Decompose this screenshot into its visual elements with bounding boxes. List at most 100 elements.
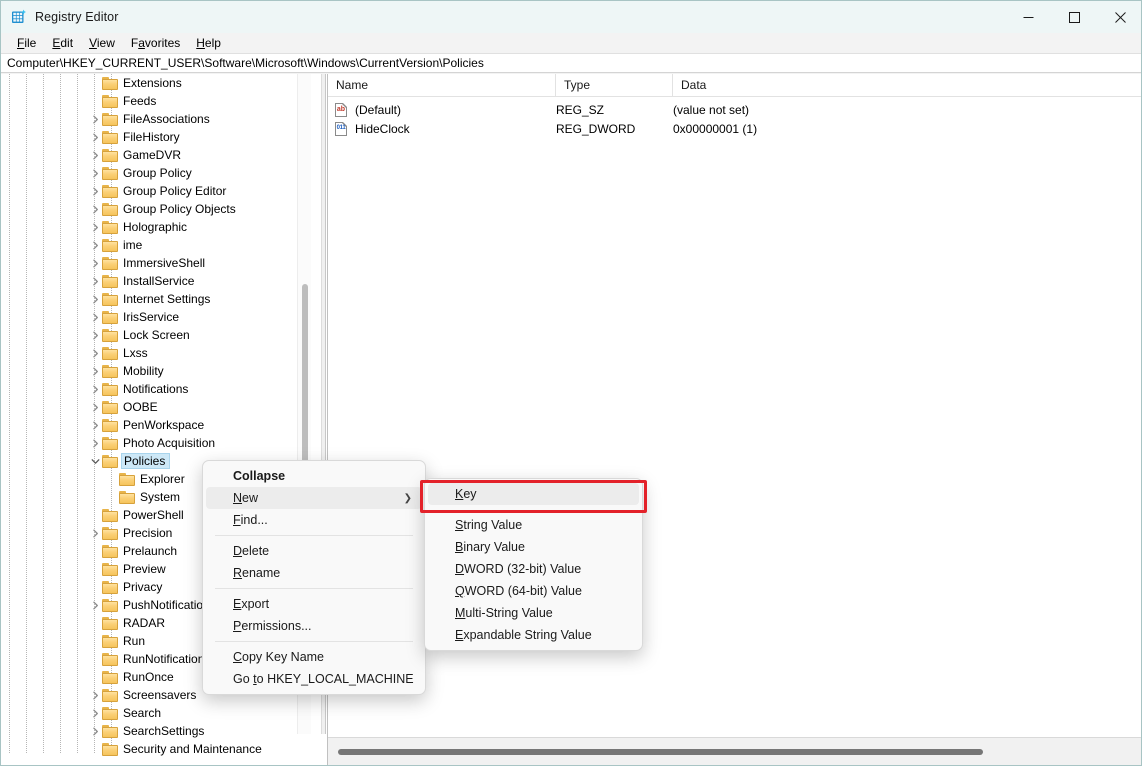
submenu-item-dword-32-bit-value[interactable]: DWORD (32-bit) Value: [428, 558, 639, 580]
tree-item-immersiveshell[interactable]: ImmersiveShell: [1, 254, 311, 272]
chevron-right-icon[interactable]: [88, 524, 102, 542]
tree-item-irisservice[interactable]: IrisService: [1, 308, 311, 326]
context-menu-item-label: Copy Key Name: [233, 650, 324, 664]
tree-item-photo-acquisition[interactable]: Photo Acquisition: [1, 434, 311, 452]
tree-item-group-policy-editor[interactable]: Group Policy Editor: [1, 182, 311, 200]
tree-item-label: Screensavers: [123, 688, 199, 702]
tree-item-searchsettings[interactable]: SearchSettings: [1, 722, 311, 740]
tree-item-label: IrisService: [123, 310, 182, 324]
chevron-right-icon[interactable]: [88, 182, 102, 200]
menu-help[interactable]: Help: [188, 34, 229, 52]
submenu-item-qword-64-bit-value[interactable]: QWORD (64-bit) Value: [428, 580, 639, 602]
tree-item-notifications[interactable]: Notifications: [1, 380, 311, 398]
chevron-right-icon[interactable]: [88, 308, 102, 326]
tree-item-installservice[interactable]: InstallService: [1, 272, 311, 290]
chevron-down-icon[interactable]: [88, 452, 102, 470]
tree-item-holographic[interactable]: Holographic: [1, 218, 311, 236]
new-submenu[interactable]: Key String ValueBinary ValueDWORD (32-bit…: [424, 478, 643, 651]
menu-view[interactable]: View: [81, 34, 123, 52]
chevron-right-icon[interactable]: [88, 146, 102, 164]
tree-item-lxss[interactable]: Lxss: [1, 344, 311, 362]
tree-item-group-policy[interactable]: Group Policy: [1, 164, 311, 182]
tree-item-fileassociations[interactable]: FileAssociations: [1, 110, 311, 128]
chevron-right-icon[interactable]: [88, 272, 102, 290]
chevron-right-icon[interactable]: [88, 434, 102, 452]
tree-item-feeds[interactable]: Feeds: [1, 92, 311, 110]
folder-icon: [102, 329, 118, 342]
tree-item-mobility[interactable]: Mobility: [1, 362, 311, 380]
tree-item-oobe[interactable]: OOBE: [1, 398, 311, 416]
chevron-placeholder: [88, 506, 102, 524]
context-menu-item-export[interactable]: Export: [206, 593, 422, 615]
tree-item-gamedvr[interactable]: GameDVR: [1, 146, 311, 164]
tree-item-group-policy-objects[interactable]: Group Policy Objects: [1, 200, 311, 218]
submenu-item-key[interactable]: Key: [428, 483, 639, 505]
tree-item-penworkspace[interactable]: PenWorkspace: [1, 416, 311, 434]
chevron-right-icon[interactable]: [88, 416, 102, 434]
context-menu-item-find[interactable]: Find...: [206, 509, 422, 531]
values-column-header: NameTypeData: [328, 74, 1142, 97]
tree-item-search[interactable]: Search: [1, 704, 311, 722]
submenu-item-expandable-string-value[interactable]: Expandable String Value: [428, 624, 639, 646]
chevron-right-icon[interactable]: [88, 380, 102, 398]
tree-item-label: Notifications: [123, 382, 191, 396]
menu-edit[interactable]: Edit: [44, 34, 81, 52]
chevron-right-icon[interactable]: [88, 164, 102, 182]
tree-item-internet-settings[interactable]: Internet Settings: [1, 290, 311, 308]
chevron-right-icon[interactable]: [88, 344, 102, 362]
submenu-item-binary-value[interactable]: Binary Value: [428, 536, 639, 558]
folder-icon: [102, 527, 118, 540]
tree-item-security-and-maintenance[interactable]: Security and Maintenance: [1, 740, 311, 758]
chevron-right-icon[interactable]: [88, 128, 102, 146]
tree-context-menu[interactable]: CollapseNew❯ Find... DeleteRename Export Per…: [202, 460, 426, 695]
column-header-type[interactable]: Type: [556, 74, 673, 96]
chevron-right-icon[interactable]: [88, 218, 102, 236]
chevron-right-icon[interactable]: [88, 686, 102, 704]
context-menu-item-label: Find...: [233, 513, 268, 527]
tree-item-label: OOBE: [123, 400, 161, 414]
context-menu-item-label: Go to HKEY_LOCAL_MACHINE: [233, 672, 414, 686]
minimize-button[interactable]: [1005, 1, 1051, 33]
context-menu-item-permissions[interactable]: Permissions...: [206, 615, 422, 637]
maximize-button[interactable]: [1051, 1, 1097, 33]
context-menu-item-rename[interactable]: Rename: [206, 562, 422, 584]
chevron-right-icon[interactable]: [88, 326, 102, 344]
submenu-item-multi-string-value[interactable]: Multi-String Value: [428, 602, 639, 624]
tree-item-label: RunOnce: [123, 670, 177, 684]
address-bar[interactable]: Computer\HKEY_CURRENT_USER\Software\Micr…: [1, 53, 1142, 73]
chevron-right-icon[interactable]: [88, 722, 102, 740]
folder-icon: [102, 617, 118, 630]
menu-file[interactable]: File: [9, 34, 44, 52]
tree-item-lock-screen[interactable]: Lock Screen: [1, 326, 311, 344]
column-header-name[interactable]: Name: [328, 74, 556, 96]
submenu-item-label: Expandable String Value: [455, 628, 592, 642]
context-menu-item-go-to-hkey-local-machine[interactable]: Go to HKEY_LOCAL_MACHINE: [206, 668, 422, 690]
chevron-right-icon[interactable]: [88, 290, 102, 308]
context-menu-item-label: Export: [233, 597, 269, 611]
context-menu-item-delete[interactable]: Delete: [206, 540, 422, 562]
submenu-item-string-value[interactable]: String Value: [428, 514, 639, 536]
value-row[interactable]: ab(Default)REG_SZ(value not set): [328, 100, 1142, 119]
chevron-right-icon[interactable]: [88, 362, 102, 380]
folder-icon: [102, 455, 118, 468]
chevron-right-icon[interactable]: [88, 398, 102, 416]
column-header-data[interactable]: Data: [673, 74, 1142, 96]
tree-item-filehistory[interactable]: FileHistory: [1, 128, 311, 146]
value-row[interactable]: 011HideClockREG_DWORD0x00000001 (1): [328, 119, 1142, 138]
tree-item-ime[interactable]: ime: [1, 236, 311, 254]
close-button[interactable]: [1097, 1, 1142, 33]
tree-item-extensions[interactable]: Extensions: [1, 74, 311, 92]
chevron-right-icon[interactable]: [88, 110, 102, 128]
values-horizontal-scrollbar[interactable]: [328, 737, 1142, 766]
context-menu-item-new[interactable]: New❯: [206, 487, 422, 509]
context-menu-item-collapse[interactable]: Collapse: [206, 465, 422, 487]
context-menu-item-copy-key-name[interactable]: Copy Key Name: [206, 646, 422, 668]
chevron-right-icon[interactable]: [88, 596, 102, 614]
chevron-right-icon[interactable]: [88, 704, 102, 722]
chevron-right-icon[interactable]: [88, 236, 102, 254]
values-scrollbar-thumb[interactable]: [338, 749, 983, 755]
menu-favorites[interactable]: Favorites: [123, 34, 188, 52]
tree-item-label: ImmersiveShell: [123, 256, 208, 270]
chevron-right-icon[interactable]: [88, 200, 102, 218]
chevron-right-icon[interactable]: [88, 254, 102, 272]
